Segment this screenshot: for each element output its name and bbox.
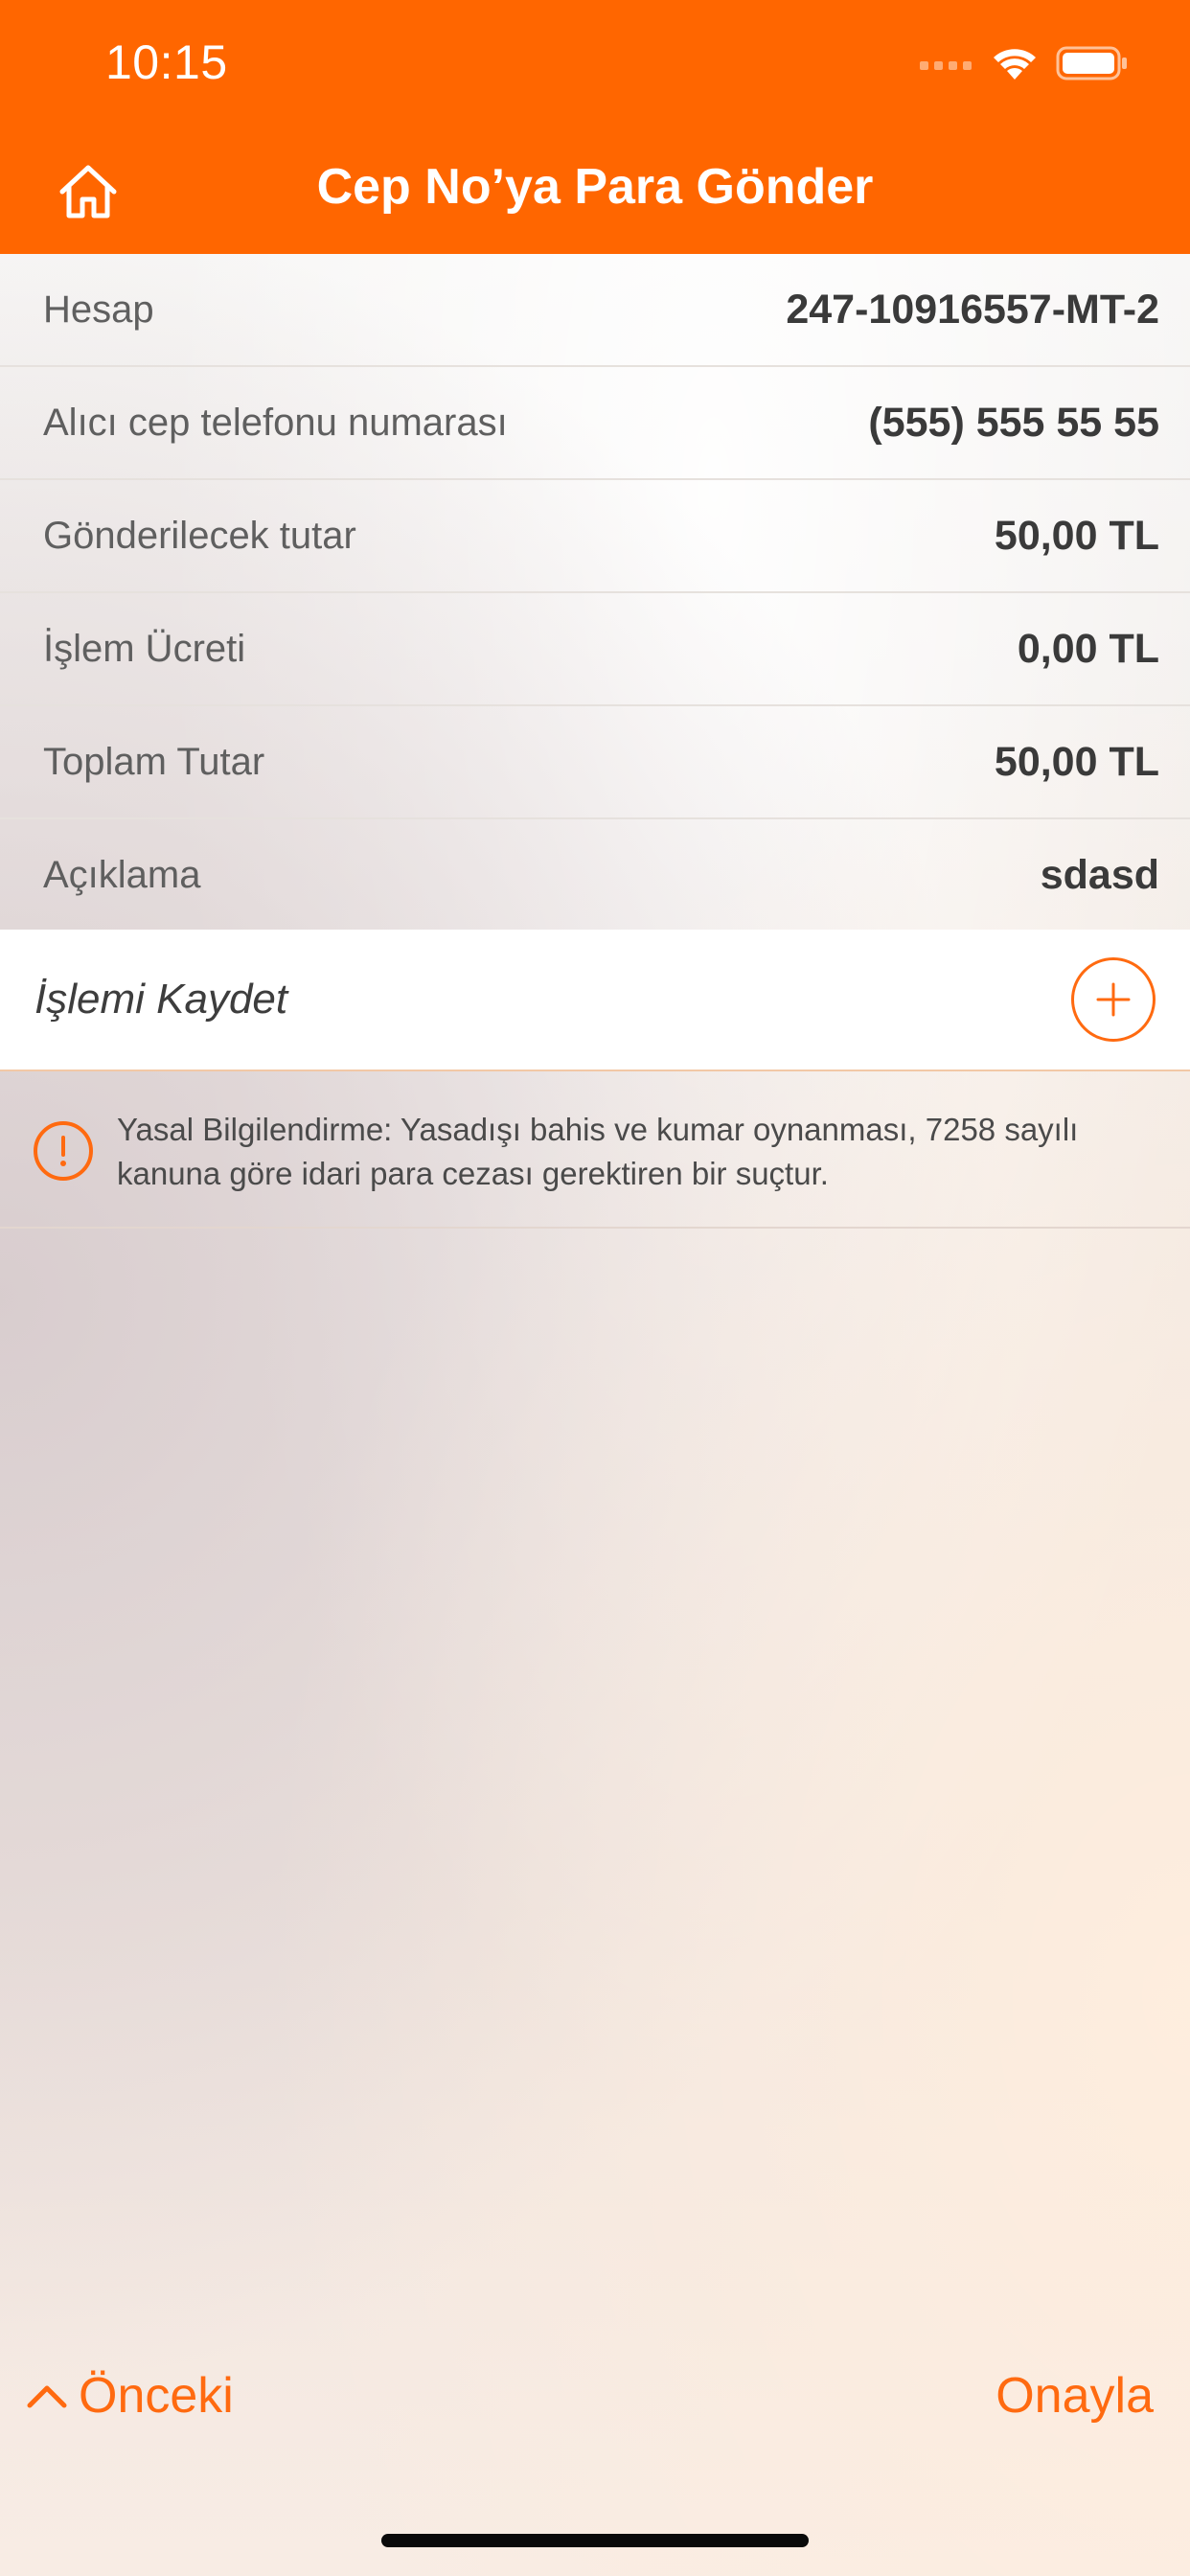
detail-row-total: Toplam Tutar 50,00 TL (0, 706, 1190, 819)
detail-row-account: Hesap 247-10916557-MT-2 (0, 254, 1190, 367)
legal-notice: Yasal Bilgilendirme: Yasadışı bahis ve k… (0, 1073, 1190, 1229)
detail-value: 247-10916557-MT-2 (786, 286, 1159, 333)
add-button[interactable] (1071, 957, 1156, 1042)
detail-label: Toplam Tutar (43, 740, 265, 783)
detail-value: 0,00 TL (1017, 625, 1159, 672)
exclamation-icon (34, 1121, 93, 1181)
detail-label: Gönderilecek tutar (43, 514, 356, 557)
cellular-signal-icon (920, 61, 972, 70)
battery-icon (1056, 46, 1127, 80)
detail-row-amount: Gönderilecek tutar 50,00 TL (0, 480, 1190, 593)
legal-notice-text: Yasal Bilgilendirme: Yasadışı bahis ve k… (117, 1112, 1079, 1191)
status-icons (920, 44, 1129, 82)
home-indicator (381, 2534, 809, 2547)
detail-label: İşlem Ücreti (43, 627, 246, 670)
detail-value: (555) 555 55 55 (868, 399, 1159, 446)
detail-value: 50,00 TL (994, 512, 1159, 559)
detail-value: sdasd (1040, 851, 1159, 898)
top-bar: 10:15 Cep No’ya Para Gönder (0, 0, 1190, 254)
detail-row-description: Açıklama sdasd (0, 819, 1190, 932)
chevron-up-icon (27, 2385, 67, 2408)
detail-label: Hesap (43, 288, 154, 331)
previous-label: Önceki (79, 2368, 234, 2424)
detail-value: 50,00 TL (994, 738, 1159, 785)
confirm-label: Onayla (995, 2368, 1154, 2424)
page-title: Cep No’ya Para Gönder (316, 159, 874, 215)
transfer-details: Hesap 247-10916557-MT-2 Alıcı cep telefo… (0, 254, 1190, 932)
previous-button[interactable]: Önceki (25, 2367, 234, 2425)
detail-row-fee: İşlem Ücreti 0,00 TL (0, 593, 1190, 706)
status-time: 10:15 (105, 35, 228, 89)
detail-row-recipient-phone: Alıcı cep telefonu numarası (555) 555 55… (0, 367, 1190, 480)
wifi-icon (994, 49, 1036, 80)
detail-label: Alıcı cep telefonu numarası (43, 401, 508, 444)
save-transaction-label: İşlemi Kaydet (34, 976, 288, 1023)
plus-icon (1096, 982, 1131, 1017)
detail-label: Açıklama (43, 853, 201, 896)
save-transaction-row[interactable]: İşlemi Kaydet (0, 930, 1190, 1071)
confirm-button[interactable]: Onayla (995, 2367, 1154, 2425)
